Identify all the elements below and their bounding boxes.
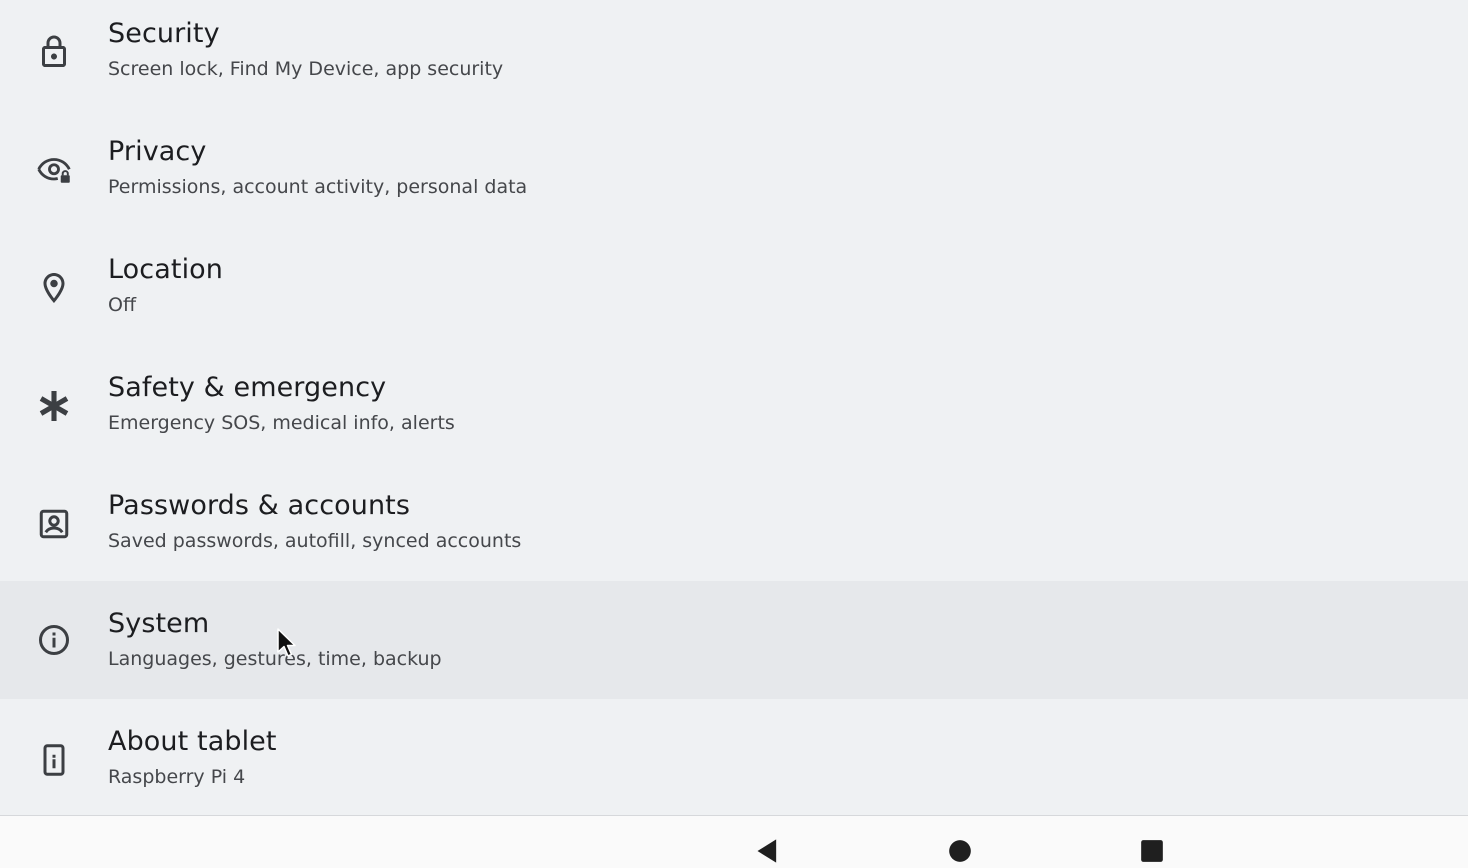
settings-item-title: Location xyxy=(108,254,223,285)
settings-item-title: About tablet xyxy=(108,726,277,757)
settings-item-subtitle: Permissions, account activity, personal … xyxy=(108,176,528,198)
navigation-bar xyxy=(0,815,1468,868)
settings-item-security[interactable]: Security Screen lock, Find My Device, ap… xyxy=(0,0,1468,111)
settings-item-privacy[interactable]: Privacy Permissions, account activity, p… xyxy=(0,111,1468,229)
settings-item-subtitle: Saved passwords, autofill, synced accoun… xyxy=(108,530,522,552)
settings-item-title: Privacy xyxy=(108,136,207,167)
settings-item-subtitle: Emergency SOS, medical info, alerts xyxy=(108,412,455,434)
location-pin-icon xyxy=(36,270,72,306)
eye-lock-icon xyxy=(36,152,72,188)
account-box-icon xyxy=(36,506,72,542)
settings-item-about-tablet[interactable]: About tablet Raspberry Pi 4 xyxy=(0,701,1468,815)
lock-icon xyxy=(36,34,72,70)
recents-icon[interactable] xyxy=(1135,834,1169,868)
settings-list[interactable]: Security Screen lock, Find My Device, ap… xyxy=(0,0,1468,815)
settings-item-title: Safety & emergency xyxy=(108,372,387,403)
home-icon[interactable] xyxy=(943,834,977,868)
settings-item-title: Passwords & accounts xyxy=(108,490,411,521)
settings-item-subtitle: Languages, gestures, time, backup xyxy=(108,648,442,670)
settings-item-subtitle: Off xyxy=(108,294,137,316)
info-icon xyxy=(36,622,72,658)
settings-item-location[interactable]: Location Off xyxy=(0,229,1468,347)
tablet-icon xyxy=(36,742,72,778)
back-icon[interactable] xyxy=(751,834,785,868)
settings-item-system[interactable]: System Languages, gestures, time, backup xyxy=(0,581,1468,699)
settings-screen: Security Screen lock, Find My Device, ap… xyxy=(0,0,1468,868)
settings-item-title: System xyxy=(108,608,210,639)
settings-item-title: Security xyxy=(108,18,220,49)
asterisk-icon xyxy=(36,388,72,424)
settings-item-safety-emergency[interactable]: Safety & emergency Emergency SOS, medica… xyxy=(0,347,1468,465)
settings-item-subtitle: Screen lock, Find My Device, app securit… xyxy=(108,58,504,80)
settings-item-passwords-accounts[interactable]: Passwords & accounts Saved passwords, au… xyxy=(0,465,1468,583)
settings-item-subtitle: Raspberry Pi 4 xyxy=(108,766,246,788)
